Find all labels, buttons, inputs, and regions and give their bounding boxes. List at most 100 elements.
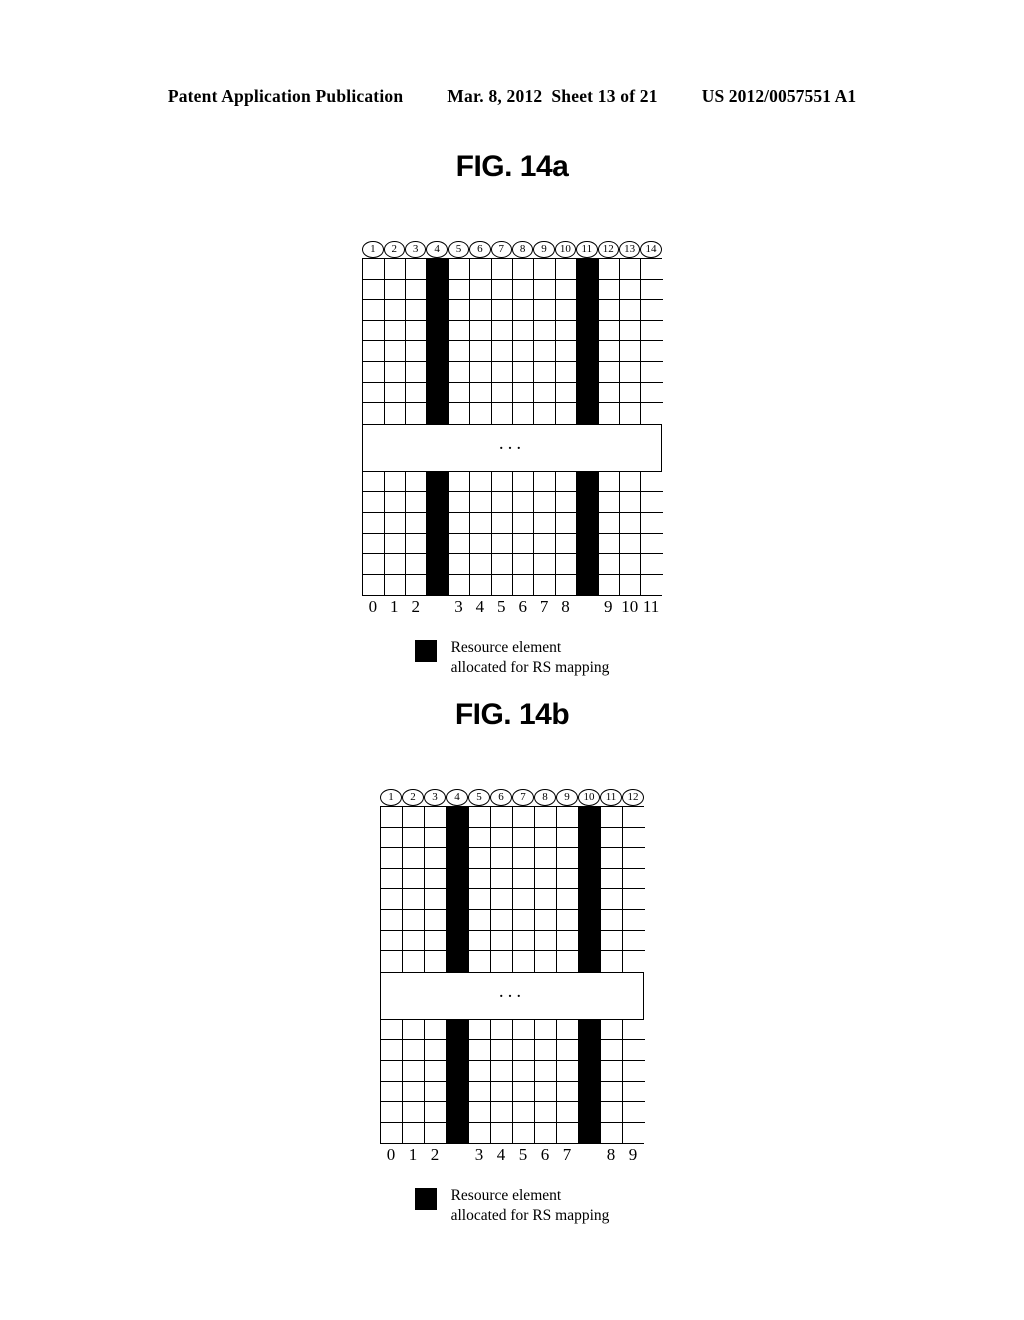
resource-element xyxy=(491,320,513,342)
resource-element xyxy=(619,341,642,362)
resource-element xyxy=(555,492,578,513)
resource-element xyxy=(623,1019,645,1041)
resource-element xyxy=(555,259,578,280)
axis-label-0: 0 xyxy=(386,1145,396,1165)
subcarrier-index-8: 8 xyxy=(511,241,534,258)
grid-row xyxy=(363,279,663,301)
resource-element xyxy=(425,1102,447,1123)
grid-row xyxy=(363,574,663,596)
resource-element xyxy=(405,574,428,596)
resource-element xyxy=(641,574,663,596)
resource-element-rs xyxy=(577,554,599,575)
grid-row xyxy=(381,930,645,952)
resource-element xyxy=(363,554,385,575)
resource-element xyxy=(641,320,663,342)
resource-element xyxy=(403,951,425,972)
resource-element xyxy=(512,300,535,321)
resource-element xyxy=(601,1122,623,1144)
page-header: Patent Application Publication Mar. 8, 2… xyxy=(0,86,1024,107)
resource-element xyxy=(363,259,385,280)
resource-element xyxy=(448,300,471,321)
resource-element xyxy=(598,533,620,555)
resource-element xyxy=(469,868,491,890)
resource-element xyxy=(512,533,535,555)
resource-element xyxy=(403,930,425,952)
resource-element xyxy=(513,951,535,972)
resource-element xyxy=(469,1019,491,1041)
resource-element xyxy=(555,300,578,321)
resource-element xyxy=(405,512,428,534)
resource-element-rs xyxy=(577,300,599,321)
resource-element xyxy=(448,382,471,404)
grid-row xyxy=(381,1102,645,1123)
resource-element xyxy=(384,361,406,383)
resource-element xyxy=(535,1019,557,1041)
resource-element xyxy=(405,403,428,424)
resource-element xyxy=(598,361,620,383)
resource-element xyxy=(469,1081,491,1103)
resource-element-rs xyxy=(447,909,469,931)
subcarrier-index-6: 6 xyxy=(490,789,512,806)
resource-element xyxy=(384,471,406,493)
resource-element-rs xyxy=(427,300,449,321)
resource-element xyxy=(384,492,406,513)
resource-element xyxy=(619,471,642,493)
resource-element xyxy=(535,1081,557,1103)
resource-element xyxy=(384,320,406,342)
grid-row xyxy=(381,1081,645,1103)
resource-element xyxy=(598,320,620,342)
subcarrier-index-14: 14 xyxy=(640,241,662,258)
axis-label-7: 7 xyxy=(562,1145,572,1165)
resource-element xyxy=(384,382,406,404)
resource-element xyxy=(491,827,513,849)
resource-element xyxy=(641,403,663,424)
resource-element xyxy=(512,382,535,404)
figure-14b-circled-index-row: 1 2 3 4 5 6 7 8 9 10 11 12 xyxy=(380,782,644,806)
grid-row xyxy=(363,471,663,493)
subcarrier-index-10: 10 xyxy=(554,241,577,258)
resource-element xyxy=(619,512,642,534)
resource-element xyxy=(601,827,623,849)
resource-element xyxy=(619,382,642,404)
resource-element xyxy=(470,512,492,534)
resource-element xyxy=(512,554,535,575)
grid-row xyxy=(381,868,645,890)
resource-element xyxy=(448,512,471,534)
resource-element xyxy=(555,382,578,404)
resource-element xyxy=(513,909,535,931)
resource-element-rs xyxy=(427,512,449,534)
resource-element xyxy=(381,889,403,910)
resource-element-rs xyxy=(579,1040,601,1061)
resource-element xyxy=(513,889,535,910)
resource-element xyxy=(535,807,557,828)
resource-element xyxy=(598,300,620,321)
resource-element xyxy=(513,1081,535,1103)
subcarrier-index-12: 12 xyxy=(597,241,619,258)
resource-element xyxy=(363,574,385,596)
resource-element xyxy=(384,512,406,534)
resource-element xyxy=(555,574,578,596)
resource-element xyxy=(403,1040,425,1061)
axis-label-1: 1 xyxy=(390,597,399,617)
axis-label-9: 9 xyxy=(604,597,613,617)
resource-element-rs xyxy=(579,1081,601,1103)
resource-element xyxy=(557,827,579,849)
resource-element-rs xyxy=(577,574,599,596)
resource-element xyxy=(513,1102,535,1123)
resource-element xyxy=(425,930,447,952)
resource-element-rs xyxy=(579,889,601,910)
resource-element-rs xyxy=(577,382,599,404)
header-date: Mar. 8, 2012 xyxy=(447,86,543,106)
axis-label-7: 7 xyxy=(539,597,549,617)
resource-element xyxy=(535,827,557,849)
resource-element xyxy=(405,533,428,555)
resource-element xyxy=(557,1019,579,1041)
resource-element xyxy=(598,492,620,513)
resource-element xyxy=(405,361,428,383)
resource-element xyxy=(512,279,535,301)
resource-element xyxy=(381,930,403,952)
resource-element xyxy=(641,300,663,321)
resource-element xyxy=(555,554,578,575)
resource-element xyxy=(641,533,663,555)
grid-row xyxy=(381,1060,645,1082)
